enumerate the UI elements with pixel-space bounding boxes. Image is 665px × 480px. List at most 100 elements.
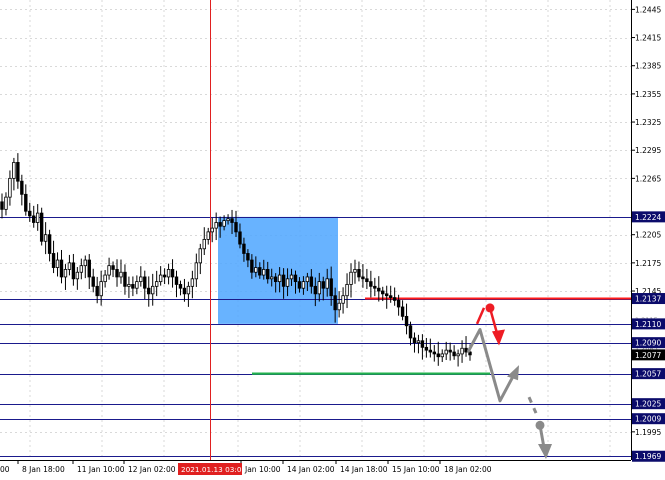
price-tick-label: 1.1995 [635, 428, 661, 437]
candle-body [329, 278, 333, 297]
candle-body [254, 267, 258, 273]
candle-body [99, 281, 103, 297]
candle-body [182, 287, 187, 295]
candle-body [115, 269, 119, 278]
candle-body [333, 295, 337, 311]
time-tick-label: 14 Jan 02:00 [287, 465, 335, 474]
candle-body [349, 271, 353, 285]
candle-body [16, 162, 20, 182]
candle-body [460, 347, 464, 355]
price-tick-label: 1.2205 [635, 231, 661, 240]
highlighted-time-label: 2021.01.13 03:00 [181, 465, 246, 474]
candle-body [321, 281, 325, 289]
candle-body [0, 201, 4, 210]
candle-body [103, 274, 107, 283]
candle-body [262, 269, 266, 276]
candle-body [51, 253, 56, 268]
candle-body [226, 218, 230, 222]
candle-body [111, 265, 115, 270]
candle-body [43, 234, 48, 242]
candle-body [55, 259, 60, 268]
candle-body [210, 227, 214, 233]
candle-body [47, 234, 52, 254]
candle-body [79, 265, 84, 273]
candle-body [59, 259, 64, 278]
trading-chart[interactable]: 1.2445 1.2415 1.2385 1.2355 1.2325 1.2295 1.22… [0, 0, 665, 480]
candle-body [107, 265, 111, 276]
price-tick-label: 1.2295 [635, 146, 661, 155]
level-price-tag-label: 1.2224 [635, 213, 661, 222]
time-tick-label: Jan 10:00 [244, 465, 281, 474]
candle-body [170, 269, 175, 278]
candle-body [400, 306, 405, 317]
price-tick-label: 1.2385 [635, 62, 661, 71]
candle-body [135, 281, 139, 289]
candle-body [174, 276, 179, 285]
candle-body [158, 274, 163, 283]
candle-body [289, 274, 294, 280]
time-tick-label: 14 Jan 18:00 [340, 465, 388, 474]
candle-body [408, 325, 413, 339]
candle-body [424, 346, 429, 351]
candle-body [63, 269, 68, 278]
candle-body [269, 276, 274, 280]
candle-body [4, 196, 8, 210]
candle-body [139, 276, 143, 283]
candle-body [369, 281, 373, 287]
candle-body [297, 281, 302, 289]
level-price-tag-label: 1.1969 [635, 452, 661, 461]
candle-body [396, 300, 401, 308]
candle-body [214, 222, 218, 229]
chart-canvas[interactable]: 1.2445 1.2415 1.2385 1.2355 1.2325 1.2295 1.22… [0, 0, 665, 480]
candle-body [95, 285, 99, 297]
candle-body [448, 349, 452, 353]
candle-body [32, 215, 36, 223]
candle-body [293, 274, 298, 283]
candle-body [151, 285, 155, 295]
candle-body [87, 259, 91, 278]
candle-body [20, 180, 24, 195]
time-tick-label: 12 Jan 02:00 [128, 465, 176, 474]
candle-body [428, 349, 433, 353]
candle-body [309, 276, 314, 287]
candle-body [71, 262, 76, 280]
candle-body [404, 315, 409, 327]
candle-body [222, 220, 226, 227]
candle-body [91, 276, 95, 287]
time-tick-label: 15 Jan 10:00 [392, 465, 440, 474]
candle-body [325, 278, 329, 289]
price-tick-label: 1.2325 [635, 118, 661, 127]
candle-body [28, 210, 32, 217]
candle-body [305, 276, 310, 283]
candle-body [238, 231, 242, 245]
candle-body [246, 253, 250, 261]
candle-body [285, 278, 290, 287]
candle-body [35, 212, 40, 223]
candle-body [273, 276, 278, 283]
level-price-tag-label: 1.2137 [635, 295, 661, 304]
candle-body [353, 269, 357, 273]
candle-body [436, 353, 440, 358]
price-tick-label: 1.2175 [635, 259, 661, 268]
candle-body [385, 293, 389, 297]
candle-body [143, 276, 147, 289]
candle-body [412, 337, 417, 344]
candle-body [392, 297, 397, 301]
candle-body [452, 351, 456, 357]
level-price-tag-label: 1.2090 [635, 339, 661, 348]
candle-body [301, 281, 306, 289]
candle-body [67, 262, 72, 270]
candle-body [277, 274, 282, 283]
time-tick-label: 8 Jan 18:00 [22, 465, 65, 474]
candle-body [365, 278, 369, 283]
price-tick-label: 1.2445 [635, 5, 661, 14]
candle-body [230, 218, 234, 223]
candle-body [420, 340, 425, 348]
price-tick-label: 1.2415 [635, 34, 661, 43]
candle-body [24, 193, 28, 212]
candle-body [313, 285, 318, 295]
time-tick-label: 11 Jan 10:00 [77, 465, 125, 474]
price-tick-label: 1.2355 [635, 90, 661, 99]
candle-body [166, 269, 171, 278]
candle-body [186, 285, 191, 295]
